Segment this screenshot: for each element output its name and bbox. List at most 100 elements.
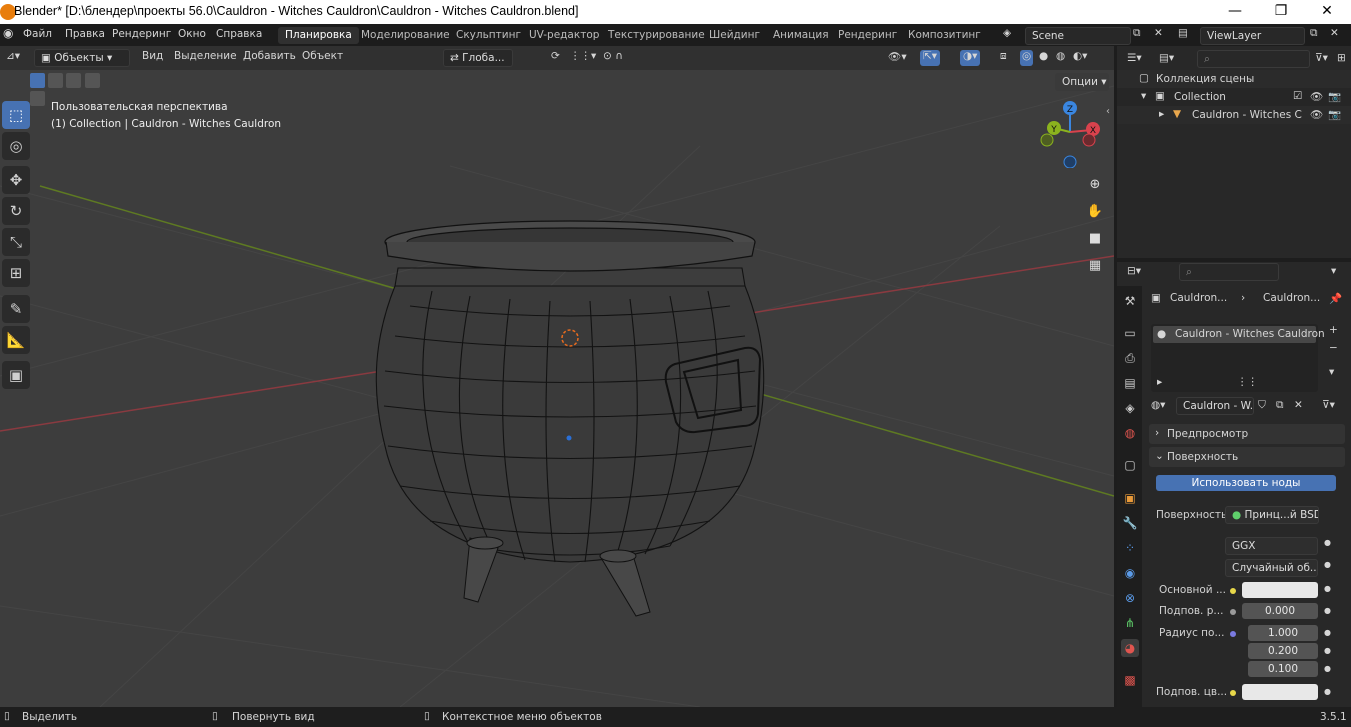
remove-slot-icon[interactable]: − <box>1329 342 1338 358</box>
select-box-tool-icon[interactable]: ⬚ <box>2 101 30 129</box>
object-eye-icon[interactable]: 👁 <box>1310 108 1323 124</box>
scale-tool-icon[interactable]: ⤡ <box>2 228 30 256</box>
zoom-icon[interactable]: ⊕ <box>1084 174 1106 196</box>
select-new-icon[interactable] <box>30 73 45 88</box>
world-tab-icon[interactable]: ◍ <box>1121 424 1139 442</box>
editor-type-icon[interactable]: ⊿▾ <box>6 50 20 66</box>
measure-tool-icon[interactable]: 📐 <box>2 326 30 354</box>
wireframe-shading-icon[interactable]: ◎ <box>1020 50 1034 66</box>
xray-icon[interactable]: ⧈ <box>1000 50 1007 66</box>
keyframe-dot-icon[interactable]: ● <box>1324 646 1331 662</box>
solid-shading-icon[interactable]: ● <box>1039 50 1048 66</box>
sidebar-toggle-icon[interactable]: ‹ <box>1106 106 1110 117</box>
material-shading-icon[interactable]: ◍ <box>1056 50 1065 66</box>
unlink-material-icon[interactable]: ✕ <box>1294 399 1303 415</box>
particles-tab-icon[interactable]: ⁘ <box>1121 539 1139 557</box>
radius-z-field[interactable]: 0.100 <box>1248 661 1318 677</box>
material-link-icon[interactable]: ⊽▾ <box>1322 399 1335 415</box>
material-slot-list[interactable]: ● Cauldron - Witches Cauldron ▸ ⋮⋮ <box>1151 324 1325 392</box>
rotate-tool-icon[interactable]: ↻ <box>2 197 30 225</box>
outliner-filter-icon[interactable]: ⊽▾ <box>1315 52 1328 68</box>
keyframe-dot-icon[interactable]: ● <box>1324 664 1331 680</box>
proportional-edit-icon[interactable]: ⊙ ∩ <box>603 50 623 66</box>
annotate-tool-icon[interactable]: ✎ <box>2 295 30 323</box>
menu-render[interactable]: Рендеринг <box>112 28 171 40</box>
minimize-button[interactable]: — <box>1212 0 1258 24</box>
radius-x-field[interactable]: 1.000 <box>1248 625 1318 641</box>
material-tab-icon[interactable]: ◕ <box>1121 639 1139 657</box>
properties-editor-icon[interactable]: ⊟▾ <box>1127 265 1141 281</box>
expand-arrow-icon[interactable]: ▾ <box>1141 90 1146 106</box>
pan-hand-icon[interactable]: ✋ <box>1084 201 1106 223</box>
keyframe-dot-icon[interactable]: ● <box>1324 606 1331 622</box>
select-invert-icon[interactable] <box>84 73 100 88</box>
outliner-row-scene[interactable]: ▢ Коллекция сцены <box>1117 70 1351 88</box>
tab-animation[interactable]: Анимация <box>766 27 836 44</box>
visibility-icon[interactable]: 👁▾ <box>888 50 907 66</box>
blender-menu-icon[interactable]: ◉ <box>3 26 13 40</box>
panel-surface-header[interactable]: ⌄ Поверхность <box>1149 447 1345 467</box>
tab-compositing[interactable]: Композитинг <box>901 27 988 44</box>
menu-view[interactable]: Вид <box>142 50 163 66</box>
menu-window[interactable]: Окно <box>178 28 206 40</box>
slot-menu-icon[interactable]: ▾ <box>1329 366 1334 382</box>
scene-selector[interactable]: Scene <box>1025 27 1131 45</box>
tab-uv-editing[interactable]: UV-редактор <box>522 27 606 44</box>
base-color-socket-icon[interactable] <box>1230 588 1236 594</box>
view-layer-delete-icon[interactable]: ✕ <box>1330 27 1339 39</box>
tab-shading[interactable]: Шейдинг <box>702 27 767 44</box>
collection-camera-icon[interactable]: 📷 <box>1328 90 1341 106</box>
pin-icon[interactable]: 📌 <box>1329 292 1342 308</box>
maximize-button[interactable]: ❐ <box>1258 0 1304 24</box>
overlays-toggle-icon[interactable]: ◑▾ <box>960 50 981 66</box>
viewport-3d[interactable]: Пользовательская перспектива (1) Collect… <box>0 46 1114 707</box>
outliner-row-object[interactable]: ▸ ▼ Cauldron - Witches C 👁 📷 <box>1117 106 1351 124</box>
tab-modeling[interactable]: Моделирование <box>354 27 457 44</box>
texture-tab-icon[interactable]: ▩ <box>1121 671 1139 689</box>
gizmo-toggle-icon[interactable]: ⇱▾ <box>920 50 941 66</box>
modifiers-tab-icon[interactable]: 🔧 <box>1121 514 1139 532</box>
menu-add[interactable]: Добавить <box>243 50 296 66</box>
tab-rendering[interactable]: Рендеринг <box>831 27 904 44</box>
select-subtract-icon[interactable] <box>66 73 82 88</box>
subsurface-color-swatch[interactable] <box>1242 684 1318 700</box>
transform-orientation-selector[interactable]: ⇄ Глоба... <box>443 49 513 67</box>
cursor-tool-icon[interactable]: ◎ <box>2 132 30 160</box>
material-browse-icon[interactable]: ◍▾ <box>1151 399 1165 415</box>
outliner-display-mode-icon[interactable]: ▤▾ <box>1159 52 1174 68</box>
snap-icon[interactable]: ⋮⋮▾ <box>570 50 596 66</box>
subsurface-socket-icon[interactable] <box>1230 609 1236 615</box>
expand-arrow-icon[interactable]: ▸ <box>1159 108 1164 124</box>
scene-tab-icon[interactable]: ◈ <box>1121 399 1139 417</box>
object-camera-icon[interactable]: 📷 <box>1328 108 1341 124</box>
options-dropdown[interactable]: Опции ▾ <box>1055 73 1109 91</box>
slot-expand-icon[interactable]: ▸ <box>1157 376 1162 392</box>
keyframe-dot-icon[interactable]: ● <box>1324 538 1331 554</box>
properties-options-icon[interactable]: ▾ <box>1331 265 1336 281</box>
material-slot-item[interactable]: ● Cauldron - Witches Cauldron <box>1153 326 1325 343</box>
view-layer-copy-icon[interactable]: ⧉ <box>1310 27 1318 40</box>
pivot-point-icon[interactable]: ⟳ <box>551 50 560 66</box>
subsurface-color-socket-icon[interactable] <box>1230 690 1236 696</box>
outliner-new-collection-icon[interactable]: ⊞ <box>1337 52 1346 68</box>
panel-preview-header[interactable]: › Предпросмотр <box>1149 424 1345 444</box>
outliner-row-collection[interactable]: ▾ ▣ Collection ☑ 👁 📷 <box>1117 88 1351 106</box>
scene-copy-icon[interactable]: ⧉ <box>1133 27 1141 40</box>
distribution-dropdown[interactable]: GGX <box>1225 537 1318 555</box>
fake-user-icon[interactable]: ⛉ <box>1258 399 1266 415</box>
transform-tool-icon[interactable]: ⊞ <box>2 259 30 287</box>
scene-icon[interactable]: ◈ <box>1003 27 1011 39</box>
surface-shader-field[interactable]: ● Принц...й BSDF <box>1225 506 1319 524</box>
select-extend-icon[interactable] <box>48 73 64 88</box>
radius-socket-icon[interactable] <box>1230 631 1236 637</box>
view-layer-selector[interactable]: ViewLayer <box>1200 27 1305 45</box>
camera-view-icon[interactable]: ■ <box>1084 228 1106 250</box>
close-button[interactable]: ✕ <box>1304 0 1350 24</box>
view-layer-tab-icon[interactable]: ▤ <box>1121 374 1139 392</box>
output-tab-icon[interactable]: ⎙ <box>1121 349 1139 367</box>
navigation-gizmo[interactable]: Z X Y <box>1036 98 1102 168</box>
menu-file[interactable]: Файл <box>23 28 52 40</box>
ortho-grid-icon[interactable]: ▦ <box>1084 255 1106 277</box>
tab-texture-paint[interactable]: Текстурирование <box>601 27 712 44</box>
constraints-tab-icon[interactable]: ⊗ <box>1121 589 1139 607</box>
